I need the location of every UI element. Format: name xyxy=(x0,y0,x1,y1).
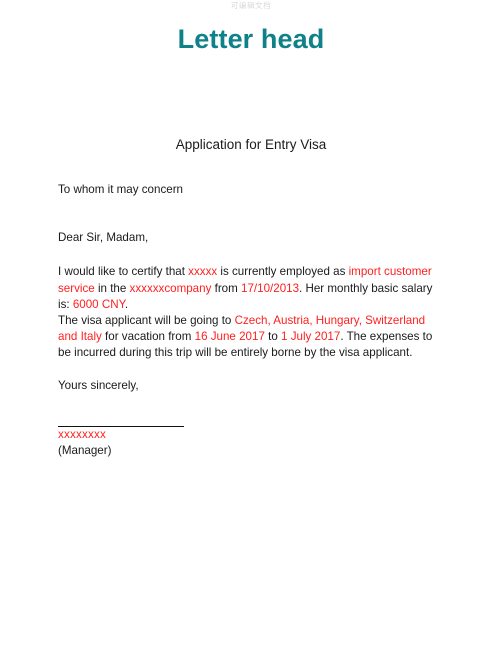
p1-text-1: I would like to certify that xyxy=(58,265,189,279)
salutation-line: Dear Sir, Madam, xyxy=(58,231,149,245)
company-name-value: xxxxxxcompany xyxy=(129,281,212,295)
employee-name-value: xxxxx xyxy=(188,265,218,279)
watermark-text: 可编辑文档 xyxy=(230,1,272,10)
p1-text-3: in the xyxy=(94,281,130,295)
letterhead-title: Letter head xyxy=(177,24,325,54)
p1-text-4: from xyxy=(211,281,242,295)
addressee-line: To whom it may concern xyxy=(58,183,184,196)
document-title: Application for Entry Visa xyxy=(175,137,327,152)
p1-text-2: is currently employed as xyxy=(217,265,349,279)
signatory-role: (Manager) xyxy=(58,443,112,457)
letter-page: 可编辑文档 Letter head Application for Entry … xyxy=(0,0,502,649)
signatory-name: xxxxxxxx xyxy=(58,427,106,441)
closing-line: Yours sincerely, xyxy=(58,378,139,392)
salary-value: 6000 CNY xyxy=(72,297,125,311)
p2-text-3: to xyxy=(264,330,282,344)
p2-text-1: The visa applicant will be going to xyxy=(58,314,235,328)
paragraph-employment: I would like to certify that xxxxx is cu… xyxy=(58,264,440,313)
footer-mark: . xyxy=(250,636,252,643)
travel-end-date-value: 1 July 2017 xyxy=(281,330,341,344)
p2-text-2: for vacation from xyxy=(101,330,195,344)
hire-date-value: 17/10/2013 xyxy=(241,281,300,295)
letter-body: To whom it may concern Dear Sir, Madam, … xyxy=(58,182,440,459)
p1-text-6: . xyxy=(124,297,129,311)
paragraph-travel: The visa applicant will be going to Czec… xyxy=(58,313,440,362)
travel-start-date-value: 16 June 2017 xyxy=(194,330,265,344)
